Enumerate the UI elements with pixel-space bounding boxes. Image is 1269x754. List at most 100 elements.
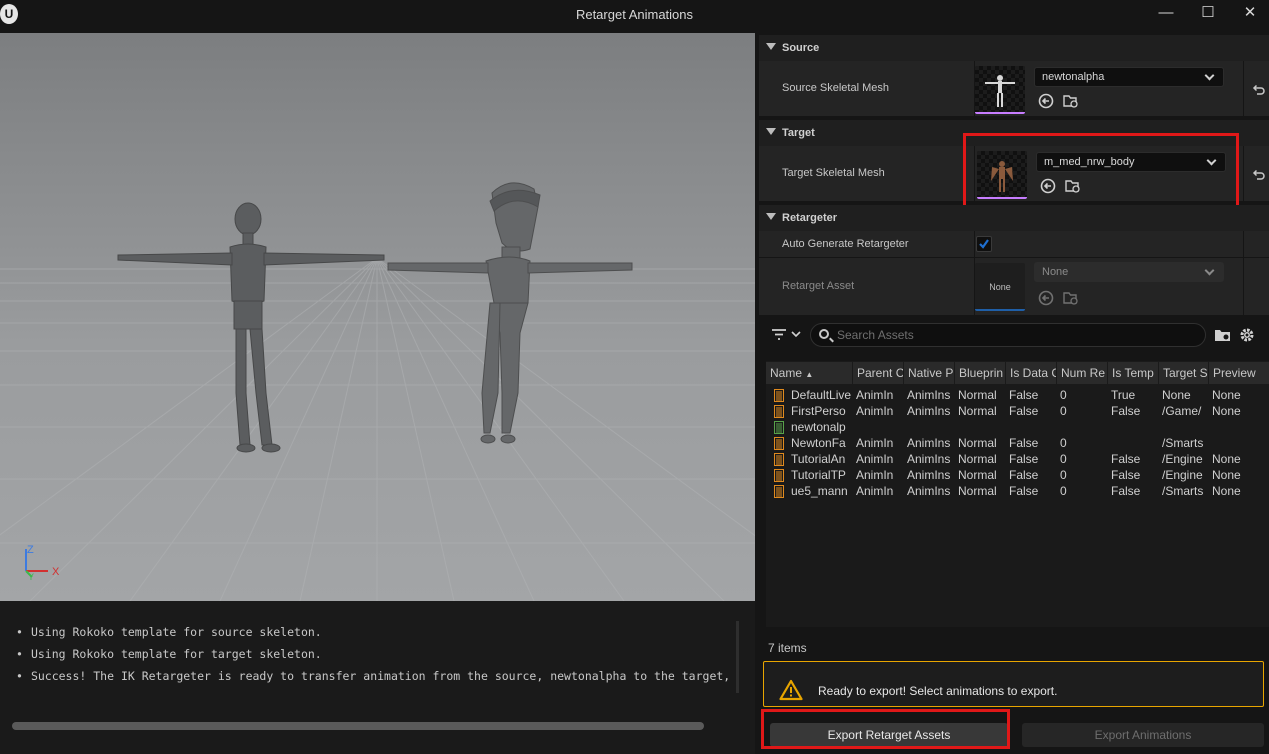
table-row[interactable]: newtonalp bbox=[766, 419, 1269, 435]
export-animations-button[interactable]: Export Animations bbox=[1022, 723, 1264, 747]
browse-folder-icon[interactable] bbox=[1063, 290, 1079, 306]
column-header-name[interactable]: Name ▲ bbox=[766, 362, 852, 384]
table-cell: Normal bbox=[958, 388, 997, 402]
settings-gear-icon[interactable] bbox=[1239, 327, 1255, 343]
column-header[interactable]: Preview bbox=[1208, 362, 1269, 384]
table-cell: AnimIns bbox=[907, 436, 951, 450]
table-cell: AnimIns bbox=[907, 468, 951, 482]
folder-icon[interactable] bbox=[1214, 327, 1232, 343]
column-header[interactable]: Num Re bbox=[1056, 362, 1107, 384]
search-input[interactable]: Search Assets bbox=[810, 323, 1206, 347]
table-row[interactable]: TutorialAn AnimIn AnimIns Normal False 0 False… bbox=[766, 451, 1269, 467]
filter-icon[interactable] bbox=[770, 327, 804, 343]
column-header[interactable]: Parent C bbox=[852, 362, 903, 384]
table-cell: None bbox=[1212, 404, 1241, 418]
table-cell: Normal bbox=[958, 484, 997, 498]
use-selected-icon[interactable] bbox=[1038, 93, 1054, 109]
section-retargeter[interactable]: Retargeter bbox=[759, 205, 1269, 231]
log-horizontal-scrollbar[interactable] bbox=[12, 722, 704, 730]
asset-name-cell: FirstPerso bbox=[791, 404, 846, 418]
column-divider bbox=[1243, 61, 1244, 116]
thumbnail-none-text: None bbox=[989, 282, 1011, 292]
log-line-text: Using Rokoko template for target skeleto… bbox=[30, 647, 322, 661]
table-cell: None bbox=[1162, 388, 1191, 402]
column-divider bbox=[1243, 258, 1244, 315]
anim-blueprint-icon bbox=[774, 389, 784, 402]
column-header[interactable]: Native P bbox=[903, 362, 954, 384]
table-cell bbox=[954, 419, 1005, 435]
column-divider bbox=[1243, 231, 1244, 257]
anim-blueprint-icon bbox=[774, 405, 784, 418]
reset-to-default-icon[interactable] bbox=[1252, 167, 1266, 181]
retarget-asset-dropdown[interactable]: None bbox=[1034, 262, 1224, 282]
table-cell: True bbox=[1111, 388, 1136, 402]
use-selected-icon[interactable] bbox=[1038, 290, 1054, 306]
log-line: • Using Rokoko template for source skelet… bbox=[16, 625, 322, 639]
source-mesh-label: Source Skeletal Mesh bbox=[782, 82, 889, 94]
anim-blueprint-icon bbox=[774, 485, 784, 498]
auto-generate-label: Auto Generate Retargeter bbox=[782, 238, 909, 250]
table-row[interactable]: FirstPerso AnimIn AnimIns Normal False 0 False… bbox=[766, 403, 1269, 419]
title-bar: U Retarget Animations — ☐ ✕ bbox=[0, 0, 1269, 30]
section-source-label: Source bbox=[782, 42, 820, 54]
table-cell bbox=[1208, 435, 1269, 451]
section-retargeter-label: Retargeter bbox=[782, 212, 838, 224]
column-header[interactable]: Is Data C bbox=[1005, 362, 1056, 384]
table-cell: /Engine bbox=[1162, 452, 1203, 466]
retarget-asset-thumbnail[interactable]: None bbox=[975, 263, 1025, 311]
table-cell: AnimIn bbox=[856, 484, 894, 498]
table-cell: None bbox=[1212, 388, 1241, 402]
table-cell bbox=[1056, 419, 1107, 435]
table-row[interactable]: ue5_mann AnimIn AnimIns Normal False 0 False/S… bbox=[766, 483, 1269, 499]
log-vertical-scrollbar[interactable] bbox=[736, 621, 739, 693]
collapse-arrow-icon[interactable] bbox=[766, 43, 776, 50]
column-header[interactable]: Blueprin bbox=[954, 362, 1005, 384]
table-row[interactable]: NewtonFa AnimIn AnimIns Normal False 0/Smarts bbox=[766, 435, 1269, 451]
checkmark-icon bbox=[979, 239, 989, 249]
source-mannequin bbox=[117, 202, 385, 453]
table-row[interactable]: DefaultLive AnimIn AnimIns Normal False 0 True… bbox=[766, 387, 1269, 403]
collapse-arrow-icon[interactable] bbox=[766, 128, 776, 135]
retarget-asset-row: Retarget Asset None None bbox=[759, 258, 1269, 316]
table-cell: AnimIns bbox=[907, 388, 951, 402]
window-title: Retarget Animations bbox=[575, 7, 694, 22]
auto-generate-checkbox[interactable] bbox=[976, 236, 992, 252]
table-cell bbox=[903, 419, 954, 435]
table-cell: Normal bbox=[958, 468, 997, 482]
source-mesh-dropdown[interactable]: newtonalpha bbox=[1034, 67, 1224, 87]
table-cell: 0 bbox=[1060, 404, 1067, 418]
table-cell: 0 bbox=[1060, 468, 1067, 482]
table-cell: False bbox=[1111, 452, 1141, 466]
item-count: 7 items bbox=[768, 641, 807, 655]
log-bullet: • bbox=[16, 625, 23, 639]
asset-name-cell: newtonalp bbox=[791, 420, 846, 434]
table-cell: None bbox=[1212, 484, 1241, 498]
axis-z-label: Z bbox=[27, 544, 34, 556]
section-source[interactable]: Source bbox=[759, 35, 1269, 61]
column-header[interactable]: Is Temp bbox=[1107, 362, 1158, 384]
source-mesh-thumbnail[interactable] bbox=[975, 66, 1025, 114]
annotation-highlight-export bbox=[761, 709, 1010, 749]
auto-generate-row: Auto Generate Retargeter bbox=[759, 231, 1269, 258]
anim-blueprint-icon bbox=[774, 453, 784, 466]
asset-type-line bbox=[975, 309, 1025, 311]
table-cell: False bbox=[1009, 436, 1039, 450]
asset-name-cell: DefaultLive bbox=[791, 388, 852, 402]
table-cell: 0 bbox=[1060, 436, 1067, 450]
table-cell: AnimIns bbox=[907, 404, 951, 418]
close-button[interactable]: ✕ bbox=[1230, 0, 1269, 30]
table-cell: AnimIns bbox=[907, 452, 951, 466]
table-row[interactable]: TutorialTP AnimIn AnimIns Normal False 0 False… bbox=[766, 467, 1269, 483]
collapse-arrow-icon[interactable] bbox=[766, 213, 776, 220]
preview-viewport[interactable]: Z Y X bbox=[0, 33, 755, 601]
column-divider bbox=[974, 231, 975, 257]
reset-to-default-icon[interactable] bbox=[1252, 82, 1266, 96]
column-header[interactable]: Target S bbox=[1158, 362, 1208, 384]
retarget-asset-value: None bbox=[1042, 266, 1069, 278]
browse-folder-icon[interactable] bbox=[1063, 93, 1079, 109]
warning-icon bbox=[779, 679, 803, 701]
minimize-button[interactable]: — bbox=[1146, 0, 1186, 30]
warning-text: Ready to export! Select animations to ex… bbox=[818, 684, 1058, 698]
table-cell: False bbox=[1009, 484, 1039, 498]
maximize-button[interactable]: ☐ bbox=[1188, 0, 1228, 30]
